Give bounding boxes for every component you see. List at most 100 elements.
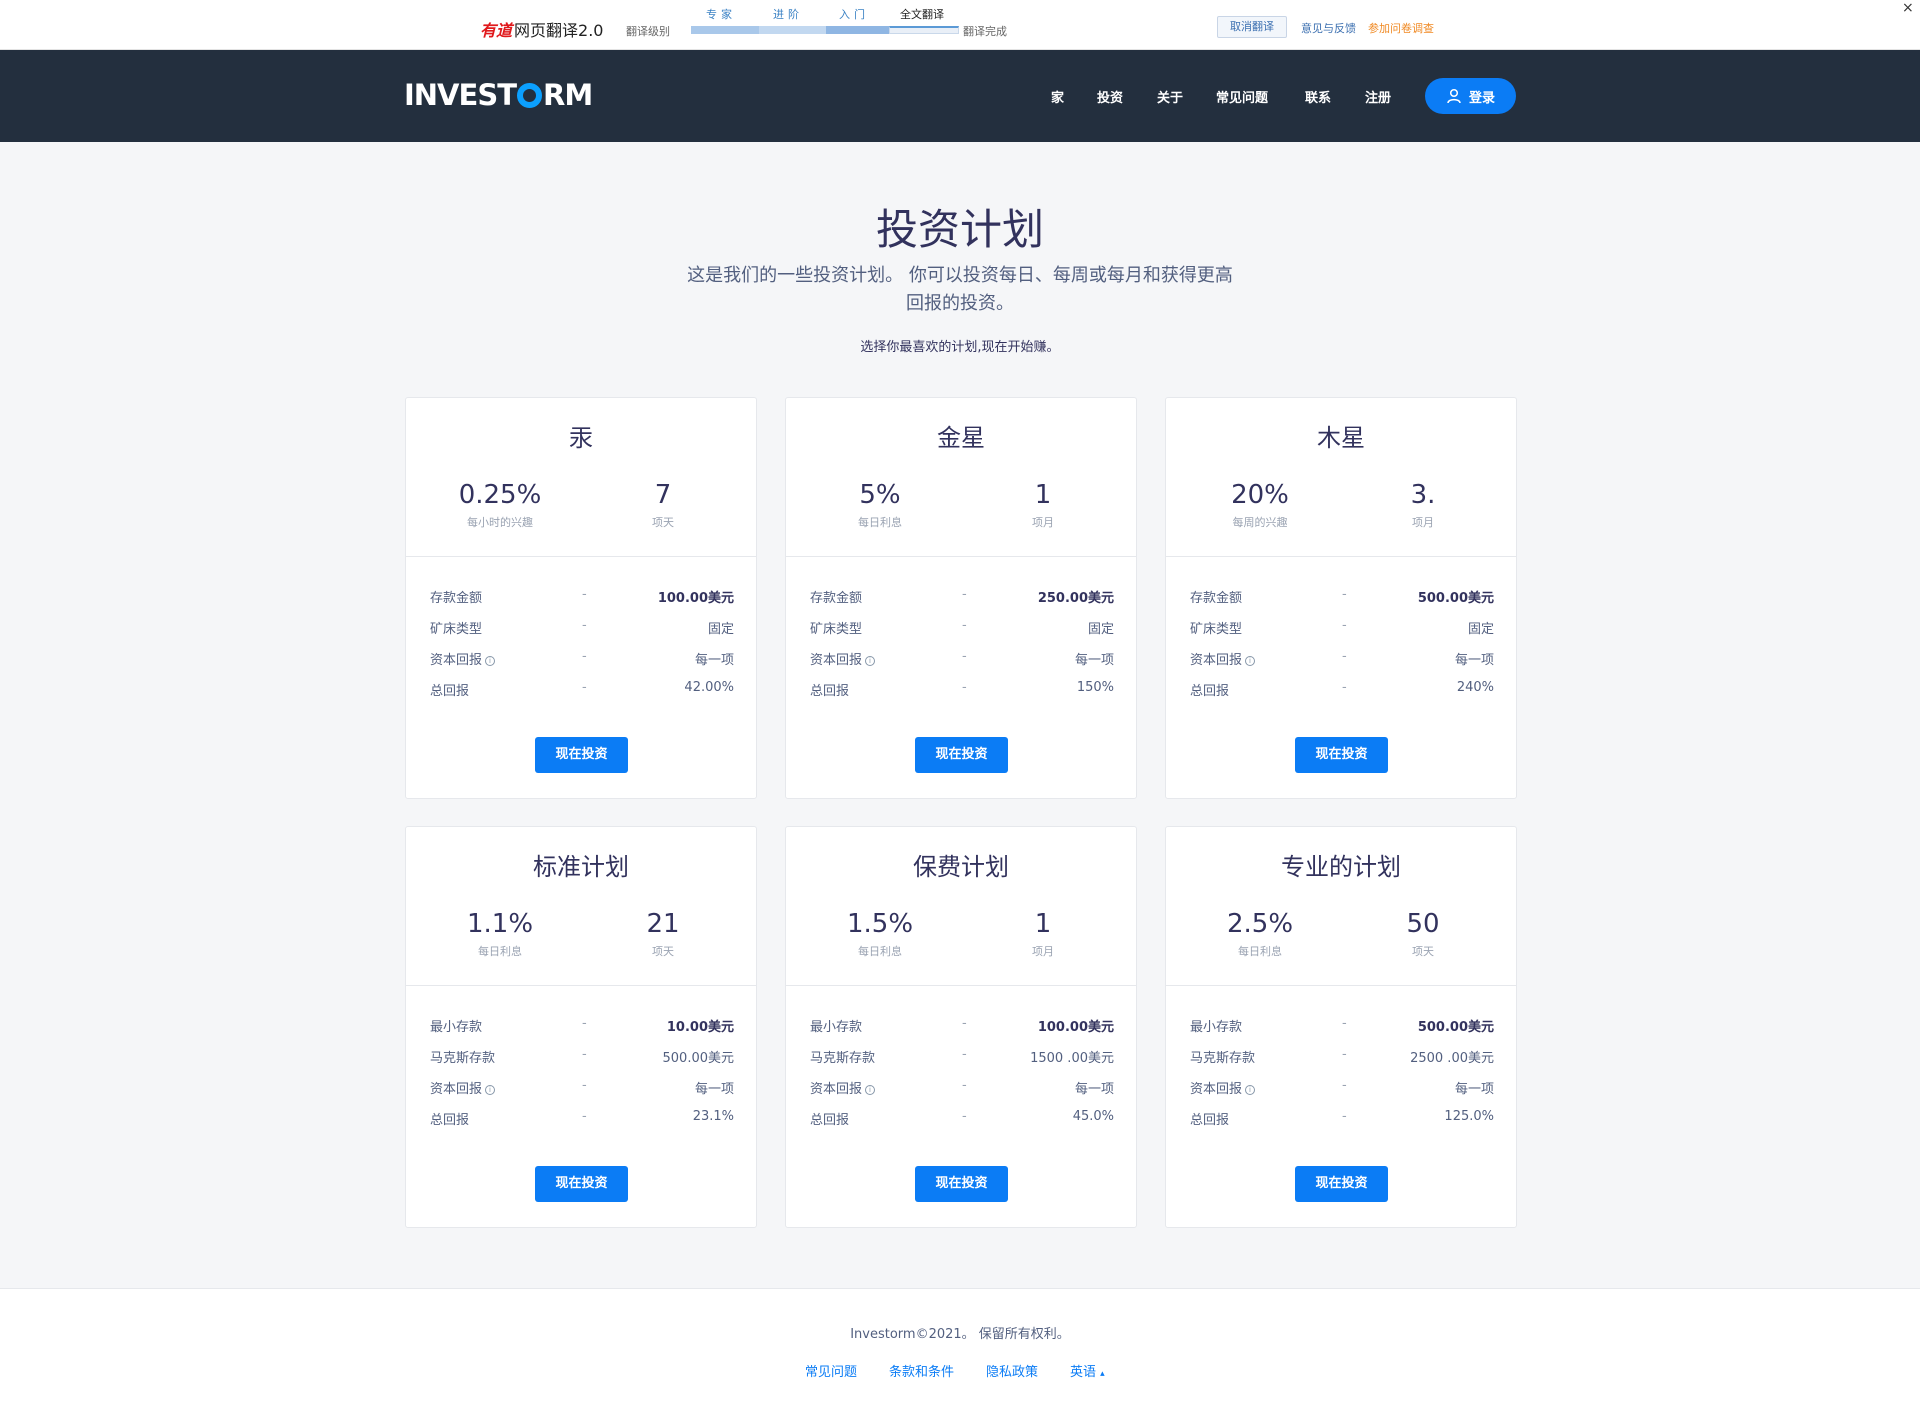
cancel-translate-button[interactable]: 取消翻译: [1217, 16, 1287, 38]
plan-detail-label: 存款金额: [810, 591, 863, 606]
info-icon[interactable]: i: [485, 656, 496, 666]
plan-card: 标准计划 1.1% 每日利息 21 项天 最小存款 - 10.00美元 马克斯存款 - 500.00…: [405, 826, 757, 1228]
plan-card: 保费计划 1.5% 每日利息 1 项月 最小存款 - 100.00美元 马克斯存款 - 1500 .…: [785, 826, 1137, 1228]
plan-term-value: 7: [654, 480, 672, 510]
info-icon[interactable]: i: [865, 656, 876, 666]
plan-detail-label: 总回报: [1190, 1113, 1230, 1128]
level-expert[interactable]: 专家: [706, 6, 736, 22]
plan-detail-value: 每一项: [694, 1082, 734, 1097]
invest-now-button[interactable]: 现在投资: [535, 737, 628, 773]
separator-dash: -: [582, 1078, 587, 1093]
plan-detail-value: 150%: [1076, 680, 1114, 695]
footer: Investorm©2021。 保留所有权利。 常见问题 条款和条件 隐私政策 …: [0, 1288, 1920, 1424]
separator-dash: -: [962, 1016, 967, 1031]
level-full-text[interactable]: 全文翻译: [900, 6, 944, 22]
plan-detail-label: 资本回报 i: [1190, 1078, 1256, 1097]
plan-detail-row: 马克斯存款 - 2500 .00美元: [1190, 1047, 1494, 1067]
plan-term-label: 项月: [1032, 945, 1054, 958]
invest-now-button[interactable]: 现在投资: [915, 1166, 1008, 1202]
plan-detail-label: 存款金额: [430, 591, 483, 606]
plan-detail-row: 资本回报 i - 每一项: [430, 649, 734, 669]
plan-detail-row: 马克斯存款 - 500.00美元: [430, 1047, 734, 1067]
plan-term-label: 项天: [1412, 945, 1434, 958]
site-logo[interactable]: INVEST RM: [404, 78, 593, 112]
info-icon[interactable]: i: [1245, 1085, 1256, 1095]
invest-now-button[interactable]: 现在投资: [1295, 1166, 1388, 1202]
chevron-up-icon: ▴: [1100, 1369, 1105, 1379]
plan-detail-row: 存款金额 - 100.00美元: [430, 587, 734, 607]
page-subtitle: 这是我们的一些投资计划。 你可以投资每日、每周或每月和获得更高回报的投资。: [687, 265, 1233, 314]
nav-home[interactable]: 家: [1051, 87, 1064, 106]
login-button[interactable]: 登录: [1425, 78, 1516, 114]
separator-dash: -: [1342, 618, 1347, 633]
plan-card: 木星 20% 每周的兴趣 3. 项月 存款金额 - 500.00美元 矿床类型 - 固定 资本回报 i -…: [1165, 397, 1517, 799]
nav-about[interactable]: 关于: [1157, 87, 1183, 106]
translate-level-slider[interactable]: 专家 进阶 入门 全文翻译: [691, 6, 959, 36]
plan-rate-label: 每小时的兴趣: [467, 516, 533, 529]
plan-term-value: 21: [646, 909, 680, 939]
plan-term-value: 3.: [1410, 480, 1436, 510]
plan-name: 汞: [569, 424, 593, 452]
nav-register[interactable]: 注册: [1365, 87, 1391, 106]
feedback-link[interactable]: 意见与反馈: [1301, 20, 1356, 36]
plan-detail-value: 1500 .00美元: [1030, 1051, 1114, 1066]
plan-detail-row: 最小存款 - 100.00美元: [810, 1016, 1114, 1036]
login-label: 登录: [1469, 91, 1496, 106]
plan-rate: 20% 每周的兴趣: [1185, 480, 1335, 530]
invest-now-button[interactable]: 现在投资: [1295, 737, 1388, 773]
logo-o-ring: [516, 83, 542, 108]
plan-detail-value: 固定: [1087, 622, 1114, 637]
page-title: 投资计划: [875, 205, 1044, 254]
plan-detail-value: 500.00美元: [662, 1051, 735, 1066]
plan-detail-label: 资本回报 i: [810, 1078, 876, 1097]
separator-dash: -: [1342, 1109, 1347, 1124]
plan-rate: 1.1% 每日利息: [425, 909, 575, 959]
plan-detail-value: 每一项: [1454, 1082, 1494, 1097]
plan-detail-value: 每一项: [694, 653, 734, 668]
separator-dash: -: [962, 618, 967, 633]
plan-term-value: 1: [1034, 909, 1052, 939]
plan-term-label: 项天: [652, 516, 674, 529]
invest-now-button[interactable]: 现在投资: [535, 1166, 628, 1202]
plan-detail-row: 存款金额 - 250.00美元: [810, 587, 1114, 607]
plan-detail-value: 23.1%: [692, 1109, 734, 1124]
plan-detail-value: 500.00美元: [1417, 1020, 1494, 1035]
separator-dash: -: [1342, 587, 1347, 602]
footer-link-terms[interactable]: 条款和条件: [889, 1361, 954, 1380]
nav-contact[interactable]: 联系: [1305, 87, 1331, 106]
plan-detail-row: 总回报 - 23.1%: [430, 1109, 734, 1129]
youdao-logo: 有道 网页翻译2.0: [480, 21, 604, 40]
plan-term-label: 项天: [652, 945, 674, 958]
level-beginner[interactable]: 入门: [839, 6, 869, 22]
plan-detail-row: 最小存款 - 10.00美元: [430, 1016, 734, 1036]
level-advanced[interactable]: 进阶: [773, 6, 803, 22]
plan-detail-row: 资本回报 i - 每一项: [810, 649, 1114, 669]
info-icon[interactable]: i: [865, 1085, 876, 1095]
plan-detail-row: 资本回报 i - 每一项: [430, 1078, 734, 1098]
plan-detail-value: 每一项: [1074, 1082, 1114, 1097]
plan-rate-label: 每日利息: [478, 945, 522, 958]
language-selector[interactable]: 英语 ▴: [1070, 1361, 1105, 1380]
invest-now-button[interactable]: 现在投资: [915, 737, 1008, 773]
nav-faq[interactable]: 常见问题: [1216, 87, 1268, 106]
separator-dash: -: [962, 587, 967, 602]
nav-invest[interactable]: 投资: [1097, 87, 1123, 106]
plan-card: 金星 5% 每日利息 1 项月 存款金额 - 250.00美元 矿床类型 - 固定 资本回报 i - 每一项…: [785, 397, 1137, 799]
close-icon[interactable]: ×: [1902, 0, 1914, 16]
plan-rate-label: 每日利息: [858, 945, 902, 958]
separator-dash: -: [1342, 680, 1347, 695]
info-icon[interactable]: i: [1245, 656, 1256, 666]
plan-detail-label: 存款金额: [1190, 591, 1243, 606]
copyright: Investorm©2021。 保留所有权利。: [850, 1327, 1070, 1342]
user-icon: [1447, 88, 1461, 104]
plan-detail-value: 250.00美元: [1037, 591, 1114, 606]
separator-dash: -: [1342, 1047, 1347, 1062]
footer-link-faq[interactable]: 常见问题: [805, 1361, 857, 1380]
plan-rate: 1.5% 每日利息: [805, 909, 955, 959]
footer-link-privacy[interactable]: 隐私政策: [986, 1361, 1038, 1380]
plan-rate-value: 0.25%: [458, 480, 542, 510]
survey-link[interactable]: 参加问卷调查: [1368, 20, 1434, 36]
plan-term-value: 50: [1406, 909, 1440, 939]
plan-detail-label: 矿床类型: [1190, 622, 1243, 637]
info-icon[interactable]: i: [485, 1085, 496, 1095]
